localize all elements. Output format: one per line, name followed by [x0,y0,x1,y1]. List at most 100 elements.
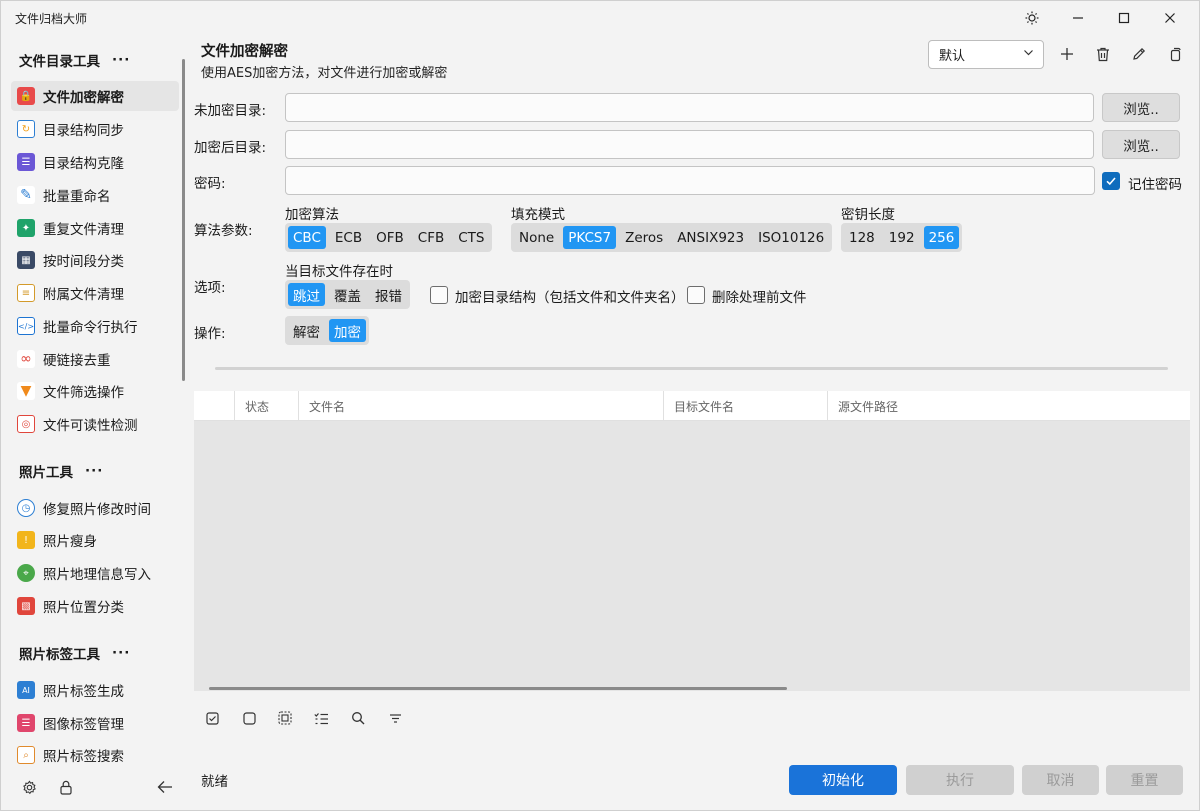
key-length-option-256[interactable]: 256 [923,226,960,249]
add-preset-button[interactable] [1056,43,1078,65]
padding-option-iso10126[interactable]: ISO10126 [753,226,829,249]
sidebar-item-tag-manage[interactable]: ☰ 图像标签管理 [11,708,179,738]
exists-option-error[interactable]: 报错 [370,283,407,306]
group-more-button[interactable]: ··· [112,645,130,661]
checklist-button[interactable] [310,707,332,729]
copy-icon [1170,47,1181,61]
padding-option-zeros[interactable]: Zeros [620,226,668,249]
preset-select[interactable]: 默认 [928,40,1044,69]
column-status[interactable]: 状态 [234,391,298,421]
init-button[interactable]: 初始化 [789,765,897,795]
sidebar-item-label: 照片标签搜索 [43,749,124,765]
exists-option-skip[interactable]: 跳过 [288,283,325,306]
sidebar-item-photo-geo[interactable]: ⌖ 照片地理信息写入 [11,558,179,588]
app-window: 文件归档大师 文件目录工具 ··· 🔒 文件加密解密 ↻ 目录结构同步 ☰ 目录… [0,0,1200,811]
grid-horizontal-scrollbar[interactable] [209,687,787,690]
key-length-option-192[interactable]: 192 [884,226,920,249]
browse-source-button[interactable]: 浏览.. [1102,93,1180,122]
sidebar-item-dir-clone[interactable]: ☰ 目录结构克隆 [11,147,179,177]
sidebar: 文件目录工具 ··· 🔒 文件加密解密 ↻ 目录结构同步 ☰ 目录结构克隆 ✎ … [1,35,187,775]
collapse-sidebar-button[interactable] [153,775,177,799]
ai-tag-icon: AI [17,681,35,699]
sidebar-item-label: 硬链接去重 [43,353,111,369]
sidebar-item-tag-generate[interactable]: AI 照片标签生成 [11,675,179,705]
delete-source-checkbox[interactable] [687,286,705,304]
cipher-option-ecb[interactable]: ECB [330,226,367,249]
exists-policy-caption: 当目标文件存在时 [285,264,393,280]
sidebar-item-attach-clean[interactable]: ≡ 附属文件清理 [11,278,179,308]
document-icon: ≡ [17,284,35,302]
padding-option-pkcs7[interactable]: PKCS7 [563,226,617,249]
sidebar-item-label: 修复照片修改时间 [43,502,151,518]
remember-password-checkbox[interactable] [1102,172,1120,190]
exists-option-overwrite[interactable]: 覆盖 [329,283,366,306]
map-pin-icon: ⌖ [17,564,35,582]
sidebar-item-photo-slim[interactable]: ! 照片瘦身 [11,525,179,555]
grid-header: 状态 文件名 目标文件名 源文件路径 [194,391,1190,421]
page-subtitle: 使用AES加密方法，对文件进行加密或解密 [201,66,448,81]
cipher-option-cbc[interactable]: CBC [288,226,326,249]
sidebar-item-tag-search[interactable]: ⌕ 照片标签搜索 [11,740,179,770]
deselect-all-button[interactable] [238,707,260,729]
minimize-button[interactable] [1055,1,1101,35]
sync-folder-icon: ↻ [17,120,35,138]
sidebar-item-label: 目录结构同步 [43,123,124,139]
pencil-icon [1133,47,1146,60]
clock-icon: ◷ [17,499,35,517]
sidebar-item-dup-clean[interactable]: ✦ 重复文件清理 [11,213,179,243]
sidebar-item-photo-location[interactable]: ▧ 照片位置分类 [11,591,179,621]
broom-clean-icon: ✦ [17,219,35,237]
title-bar: 文件归档大师 [1,1,1199,35]
target-dir-input[interactable] [285,130,1094,159]
edit-preset-button[interactable] [1128,43,1150,65]
key-length-option-128[interactable]: 128 [844,226,880,249]
settings-button[interactable] [17,775,41,799]
sidebar-item-filter[interactable]: ▼ 文件筛选操作 [11,376,179,406]
gear-icon [22,780,36,794]
column-target-filename[interactable]: 目标文件名 [663,391,827,421]
search-button[interactable] [347,707,369,729]
file-grid: 状态 文件名 目标文件名 源文件路径 [194,391,1190,691]
sidebar-item-readability[interactable]: ◎ 文件可读性检测 [11,409,179,439]
sidebar-item-label: 图像标签管理 [43,717,124,733]
password-input[interactable] [285,166,1095,195]
pencil-rename-icon: ✎ [17,186,35,204]
theme-toggle-button[interactable] [1009,1,1055,35]
column-source-path[interactable]: 源文件路径 [827,391,1190,421]
column-filename[interactable]: 文件名 [298,391,663,421]
padding-option-ansix923[interactable]: ANSIX923 [672,226,749,249]
encrypt-structure-checkbox[interactable] [430,286,448,304]
sidebar-item-time-classify[interactable]: ▦ 按时间段分类 [11,245,179,275]
padding-option-none[interactable]: None [514,226,559,249]
sidebar-item-encrypt[interactable]: 🔒 文件加密解密 [11,81,179,111]
sidebar-item-batch-rename[interactable]: ✎ 批量重命名 [11,180,179,210]
sidebar-scrollbar[interactable] [182,59,185,381]
sidebar-item-batch-cmd[interactable]: </> 批量命令行执行 [11,311,179,341]
select-all-button[interactable] [201,707,223,729]
splitter[interactable] [215,367,1168,370]
group-more-button[interactable]: ··· [112,52,130,68]
delete-preset-button[interactable] [1092,43,1114,65]
copy-preset-button[interactable] [1164,43,1186,65]
close-button[interactable] [1147,1,1193,35]
maximize-button[interactable] [1101,1,1147,35]
invert-selection-button[interactable] [274,707,296,729]
cancel-button[interactable]: 取消 [1022,765,1099,795]
browse-target-button[interactable]: 浏览.. [1102,130,1180,159]
sidebar-item-dir-sync[interactable]: ↻ 目录结构同步 [11,114,179,144]
group-more-button[interactable]: ··· [85,463,103,479]
reset-button[interactable]: 重置 [1106,765,1183,795]
cipher-option-ofb[interactable]: OFB [371,226,409,249]
cipher-option-cts[interactable]: CTS [453,226,489,249]
cipher-option-cfb[interactable]: CFB [413,226,449,249]
sidebar-item-label: 批量命令行执行 [43,320,138,336]
operation-option-encrypt[interactable]: 加密 [329,319,366,342]
sidebar-item-hardlink[interactable]: ∞ 硬链接去重 [11,344,179,374]
sidebar-item-fix-photo-time[interactable]: ◷ 修复照片修改时间 [11,493,179,523]
exists-policy-segmented: 跳过 覆盖 报错 [285,280,410,309]
source-dir-input[interactable] [285,93,1094,122]
filter-button[interactable] [384,707,406,729]
run-button[interactable]: 执行 [906,765,1014,795]
operation-option-decrypt[interactable]: 解密 [288,319,325,342]
lock-button[interactable] [54,775,78,799]
